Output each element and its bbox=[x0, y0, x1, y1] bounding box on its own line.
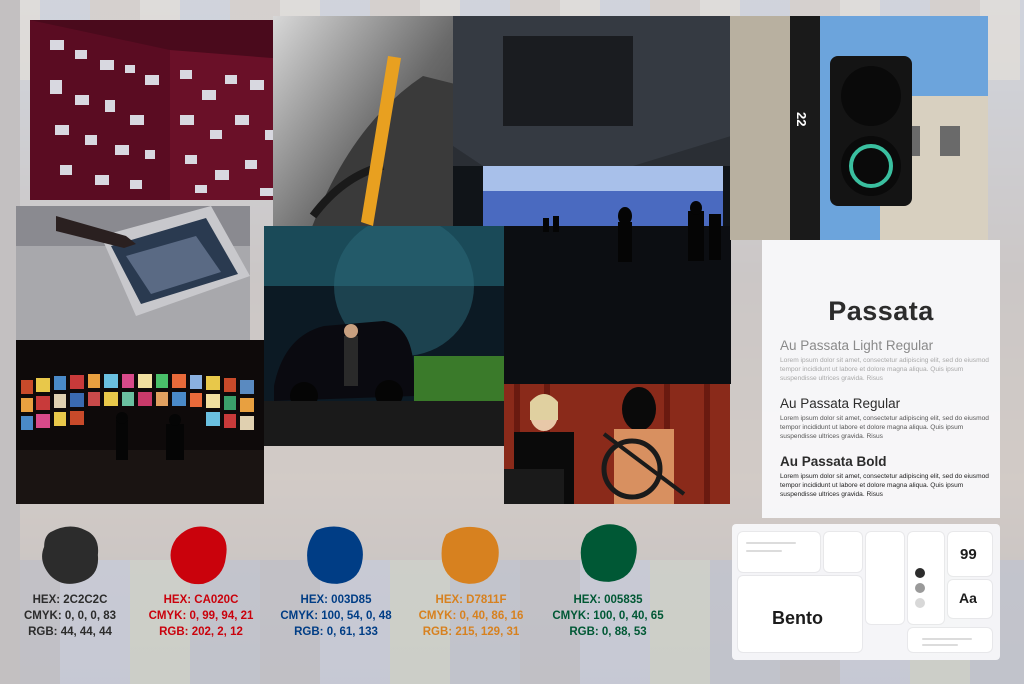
bento-cell-sample: Aa bbox=[948, 580, 992, 618]
typography-card: Passata Au Passata Light Regular Lorem i… bbox=[762, 240, 1000, 518]
swatch-orange: HEX: D7811F CMYK: 0, 40, 86, 16 RGB: 215… bbox=[406, 520, 536, 650]
swatch-green: HEX: 005835 CMYK: 100, 0, 40, 65 RGB: 0,… bbox=[540, 520, 676, 650]
photo-red-screen-wall bbox=[30, 20, 298, 200]
bento-card: Bento 99 Aa bbox=[732, 524, 1000, 660]
font-title: Passata bbox=[828, 296, 934, 326]
bento-cell-label: Bento bbox=[738, 576, 862, 652]
traffic-light-number: 22 bbox=[794, 112, 809, 127]
font-bold-heading: Au Passata Bold bbox=[780, 454, 887, 469]
color-dot-mid bbox=[915, 583, 925, 593]
photo-touch-kiosk bbox=[16, 206, 250, 340]
swatch-orange-blob bbox=[441, 526, 499, 584]
photo-traffic-light: 22 bbox=[730, 16, 988, 240]
bento-number: 99 bbox=[960, 546, 977, 563]
font-bold-body: Lorem ipsum dolor sit amet, consectetur … bbox=[780, 473, 989, 498]
font-sample-light: Au Passata Light Regular Lorem ipsum dol… bbox=[780, 338, 990, 383]
swatch-green-rgb: RGB: 0, 88, 53 bbox=[569, 626, 647, 638]
font-regular-body: Lorem ipsum dolor sit amet, consectetur … bbox=[780, 415, 989, 440]
bento-cell-bottom bbox=[908, 628, 992, 652]
swatch-blue-hex: HEX: 003D85 bbox=[300, 594, 372, 606]
photo-crash-test-dummy bbox=[504, 384, 730, 504]
color-dot-dark bbox=[915, 568, 925, 578]
swatch-charcoal-hex: HEX: 2C2C2C bbox=[32, 594, 108, 606]
color-dot-light bbox=[915, 598, 925, 608]
swatch-red-rgb: RGB: 202, 2, 12 bbox=[159, 626, 243, 638]
font-sample-bold: Au Passata Bold Lorem ipsum dolor sit am… bbox=[780, 454, 990, 499]
bento-cell-dots bbox=[908, 532, 944, 624]
swatch-red: HEX: CA020C CMYK: 0, 99, 94, 21 RGB: 202… bbox=[136, 520, 266, 650]
font-regular-heading: Au Passata Regular bbox=[780, 396, 901, 411]
photo-screen-wall-dark bbox=[16, 340, 264, 504]
bento-cell-top-mid bbox=[824, 532, 862, 572]
swatch-blue-rgb: RGB: 0, 61, 133 bbox=[294, 626, 378, 638]
photo-car-night bbox=[264, 226, 504, 446]
swatch-charcoal-rgb: RGB: 44, 44, 44 bbox=[28, 626, 112, 638]
swatch-orange-rgb: RGB: 215, 129, 31 bbox=[422, 626, 520, 638]
swatch-orange-hex: HEX: D7811F bbox=[435, 594, 507, 606]
swatch-blue-blob bbox=[307, 526, 363, 584]
swatch-green-blob bbox=[580, 524, 637, 582]
swatch-charcoal-cmyk: CMYK: 0, 0, 0, 83 bbox=[23, 610, 117, 622]
swatch-orange-cmyk: CMYK: 0, 40, 86, 16 bbox=[418, 610, 524, 622]
swatch-charcoal: HEX: 2C2C2C CMYK: 0, 0, 0, 83 RGB: 44, 4… bbox=[6, 520, 134, 650]
swatch-red-blob bbox=[170, 526, 227, 585]
swatch-green-cmyk: CMYK: 100, 0, 40, 65 bbox=[552, 610, 664, 622]
bento-label: Bento bbox=[772, 608, 823, 628]
swatch-blue-cmyk: CMYK: 100, 54, 0, 48 bbox=[280, 610, 392, 622]
swatch-blue: HEX: 003D85 CMYK: 100, 54, 0, 48 RGB: 0,… bbox=[268, 520, 404, 650]
swatch-green-hex: HEX: 005835 bbox=[573, 594, 643, 606]
font-light-heading: Au Passata Light Regular bbox=[780, 338, 934, 353]
font-sample-regular: Au Passata Regular Lorem ipsum dolor sit… bbox=[780, 396, 990, 441]
bento-cell-number: 99 bbox=[948, 532, 992, 576]
font-light-body: Lorem ipsum dolor sit amet, consectetur … bbox=[780, 357, 989, 382]
bento-cell-tall bbox=[866, 532, 904, 624]
swatch-red-hex: HEX: CA020C bbox=[163, 594, 239, 606]
swatch-charcoal-blob bbox=[42, 526, 99, 584]
bento-sample: Aa bbox=[959, 590, 977, 606]
bento-cell-top-left bbox=[738, 532, 820, 572]
swatch-red-cmyk: CMYK: 0, 99, 94, 21 bbox=[148, 610, 254, 622]
